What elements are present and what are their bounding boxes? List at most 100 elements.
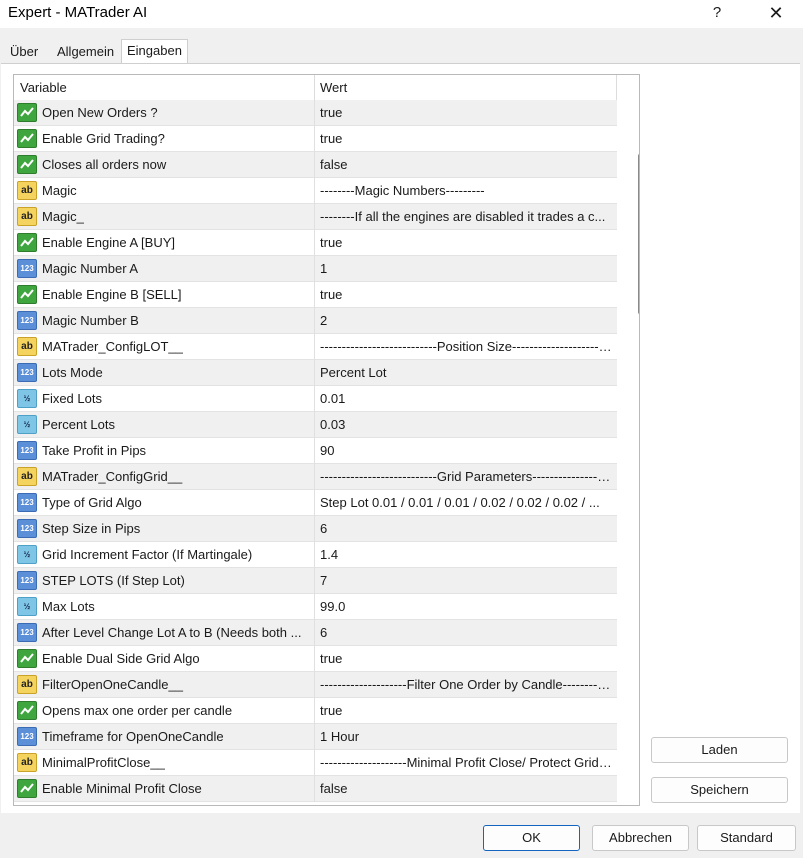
table-row[interactable]: Open New Orders ? true [14,100,617,126]
grid-rows: Open New Orders ? true Enable Grid Trading… [14,100,617,802]
variable-name: Enable Minimal Profit Close [42,781,202,796]
variable-value[interactable]: Step Lot 0.01 / 0.01 / 0.01 / 0.02 / 0.0… [320,495,614,510]
variable-value[interactable]: 0.01 [320,391,614,406]
variable-value[interactable]: --------Magic Numbers--------- [320,183,614,198]
bool-icon [17,155,37,174]
table-row[interactable]: ½ Max Lots 99.0 [14,594,617,620]
table-row[interactable]: Enable Dual Side Grid Algo true [14,646,617,672]
table-row[interactable]: 123 Magic Number B 2 [14,308,617,334]
column-separator [314,412,315,438]
integer-icon: 123 [17,519,37,538]
variable-value[interactable]: ---------------------------Grid Paramete… [320,469,614,484]
table-row[interactable]: Enable Minimal Profit Close false [14,776,617,802]
variable-value[interactable]: true [320,651,614,666]
variable-name: Timeframe for OpenOneCandle [42,729,224,744]
column-separator [314,152,315,178]
variable-value[interactable]: 2 [320,313,614,328]
bool-icon [17,129,37,148]
table-row[interactable]: ½ Percent Lots 0.03 [14,412,617,438]
load-button[interactable]: Laden [651,737,788,763]
column-separator [314,360,315,386]
variable-value[interactable]: 7 [320,573,614,588]
variable-name: Closes all orders now [42,157,167,172]
variable-value[interactable]: ---------------------------Position Size… [320,339,614,354]
table-row[interactable]: ab MATrader_ConfigLOT__ ------------------… [14,334,617,360]
table-row[interactable]: ½ Grid Increment Factor (If Martingale) 1.… [14,542,617,568]
header-value[interactable]: Wert [320,80,347,95]
variable-value[interactable]: --------------------Minimal Profit Close… [320,755,614,770]
reset-button[interactable]: Standard [697,825,796,851]
column-separator [314,672,315,698]
variable-value[interactable]: 1 [320,261,614,276]
variable-value[interactable]: 0.03 [320,417,614,432]
variable-value[interactable]: 90 [320,443,614,458]
variable-name: Open New Orders ? [42,105,158,120]
cancel-button[interactable]: Abbrechen [592,825,689,851]
table-row[interactable]: ab FilterOpenOneCandle__ -----------------… [14,672,617,698]
table-row[interactable]: Opens max one order per candle true [14,698,617,724]
variable-value[interactable]: 1 Hour [320,729,614,744]
variable-name: MinimalProfitClose__ [42,755,165,770]
variable-value[interactable]: true [320,703,614,718]
save-button[interactable]: Speichern [651,777,788,803]
variable-name: Grid Increment Factor (If Martingale) [42,547,253,562]
variable-value[interactable]: --------If all the engines are disabled … [320,209,614,224]
column-separator [314,178,315,204]
help-button[interactable]: ? [700,0,734,28]
column-separator [314,100,315,126]
variable-value[interactable]: Percent Lot [320,365,614,380]
string-icon: ab [17,181,37,200]
tab-about[interactable]: Über [6,42,42,62]
variable-name: Opens max one order per candle [42,703,233,718]
table-row[interactable]: Enable Engine B [SELL] true [14,282,617,308]
table-row[interactable]: ab Magic --------Magic Numbers--------- [14,178,617,204]
column-separator [314,698,315,724]
variable-value[interactable]: true [320,131,614,146]
header-variable[interactable]: Variable [20,80,67,95]
column-separator [314,542,315,568]
variable-value[interactable]: 6 [320,521,614,536]
variable-value[interactable]: 99.0 [320,599,614,614]
column-separator [314,230,315,256]
inputs-grid: Variable Wert Open New Orders ? true Enabl… [13,74,640,806]
table-row[interactable]: ab MATrader_ConfigGrid__ -----------------… [14,464,617,490]
vertical-scrollbar[interactable] [631,76,639,804]
integer-icon: 123 [17,259,37,278]
table-row[interactable]: Enable Grid Trading? true [14,126,617,152]
variable-value[interactable]: false [320,157,614,172]
tab-inputs[interactable]: Eingaben [121,39,188,64]
table-row[interactable]: 123 Type of Grid Algo Step Lot 0.01 / 0.01… [14,490,617,516]
table-row[interactable]: Closes all orders now false [14,152,617,178]
variable-value[interactable]: true [320,105,614,120]
variable-name: FilterOpenOneCandle__ [42,677,183,692]
table-row[interactable]: 123 Lots Mode Percent Lot [14,360,617,386]
ok-button[interactable]: OK [483,825,580,851]
table-row[interactable]: ½ Fixed Lots 0.01 [14,386,617,412]
table-row[interactable]: 123 Take Profit in Pips 90 [14,438,617,464]
variable-value[interactable]: 1.4 [320,547,614,562]
table-row[interactable]: 123 Timeframe for OpenOneCandle 1 Hour [14,724,617,750]
column-separator [314,646,315,672]
variable-name: MATrader_ConfigGrid__ [42,469,183,484]
table-row[interactable]: ab Magic_ --------If all the engines are d… [14,204,617,230]
table-row[interactable]: 123 After Level Change Lot A to B (Needs … [14,620,617,646]
bool-icon [17,649,37,668]
integer-icon: 123 [17,493,37,512]
table-row[interactable]: Enable Engine A [BUY] true [14,230,617,256]
tab-general[interactable]: Allgemein [53,42,118,62]
table-row[interactable]: 123 STEP LOTS (If Step Lot) 7 [14,568,617,594]
variable-value[interactable]: true [320,235,614,250]
variable-name: After Level Change Lot A to B (Needs bot… [42,625,302,640]
variable-name: Step Size in Pips [42,521,141,536]
table-row[interactable]: 123 Step Size in Pips 6 [14,516,617,542]
close-button[interactable]: ✕ [756,0,796,28]
variable-value[interactable]: false [320,781,614,796]
variable-value[interactable]: true [320,287,614,302]
variable-value[interactable]: --------------------Filter One Order by … [320,677,614,692]
scrollbar-thumb[interactable] [638,153,639,315]
grid-header: Variable Wert [14,75,617,101]
table-row[interactable]: ab MinimalProfitClose__ ------------------… [14,750,617,776]
table-row[interactable]: 123 Magic Number A 1 [14,256,617,282]
header-separator-end [616,75,617,100]
variable-value[interactable]: 6 [320,625,614,640]
